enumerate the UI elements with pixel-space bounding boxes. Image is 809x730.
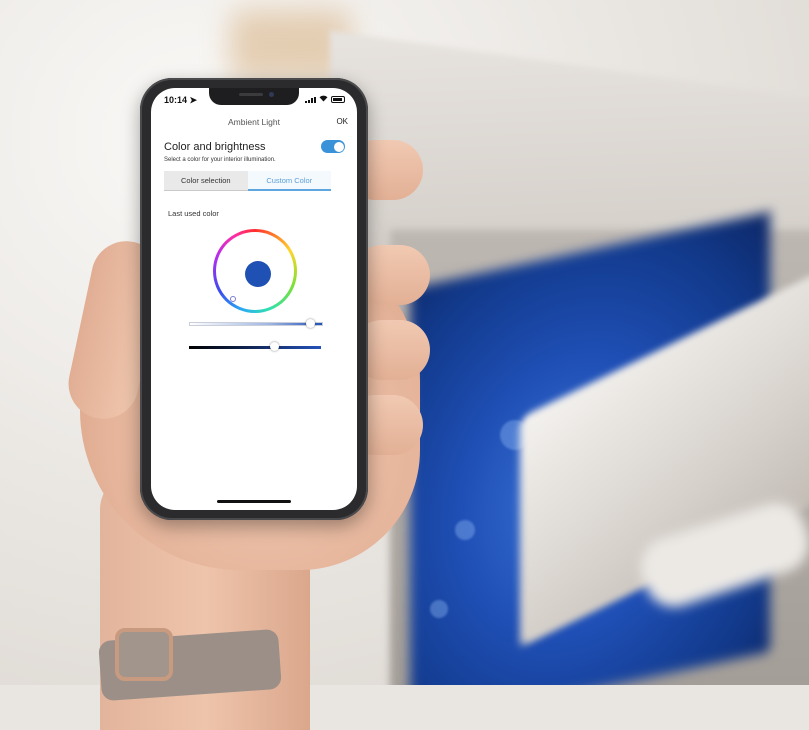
toggle-knob	[333, 141, 344, 152]
selected-color-preview	[245, 261, 271, 287]
front-camera	[269, 92, 274, 97]
brightness-slider-thumb[interactable]	[270, 342, 280, 351]
last-used-color-label: Last used color	[168, 209, 219, 218]
tab-color-selection[interactable]: Color selection	[164, 171, 248, 191]
ok-button[interactable]: OK	[336, 117, 348, 126]
page-title: Ambient Light	[228, 117, 280, 127]
phone-screen: 10:14 ➤ Ambient Light OK Color and brigh…	[151, 88, 357, 510]
smartphone: 10:14 ➤ Ambient Light OK Color and brigh…	[140, 78, 368, 520]
status-time-text: 10:14	[164, 95, 188, 105]
wifi-icon	[319, 95, 328, 104]
watch-case	[115, 628, 173, 681]
status-time: 10:14 ➤	[164, 95, 197, 106]
color-brightness-toggle[interactable]	[321, 140, 345, 153]
color-mode-tabs: Color selection Custom Color	[164, 171, 331, 191]
speaker-grille	[239, 93, 263, 96]
battery-icon	[331, 96, 345, 103]
location-arrow-icon: ➤	[189, 95, 198, 105]
brightness-slider[interactable]	[189, 342, 321, 351]
section-subtitle: Select a color for your interior illumin…	[164, 157, 276, 163]
notch	[209, 88, 299, 105]
color-wheel-handle[interactable]	[230, 296, 236, 302]
tab-custom-color[interactable]: Custom Color	[247, 171, 331, 191]
bokeh-light	[430, 600, 448, 618]
saturation-slider-thumb[interactable]	[306, 319, 316, 328]
home-indicator[interactable]	[217, 500, 291, 503]
color-wheel[interactable]	[213, 229, 297, 313]
bokeh-light	[455, 520, 475, 540]
color-wheel-center	[216, 232, 294, 310]
section-title: Color and brightness	[164, 141, 266, 153]
status-icons	[305, 95, 345, 104]
saturation-slider[interactable]	[189, 319, 323, 328]
cellular-signal-icon	[305, 96, 316, 103]
